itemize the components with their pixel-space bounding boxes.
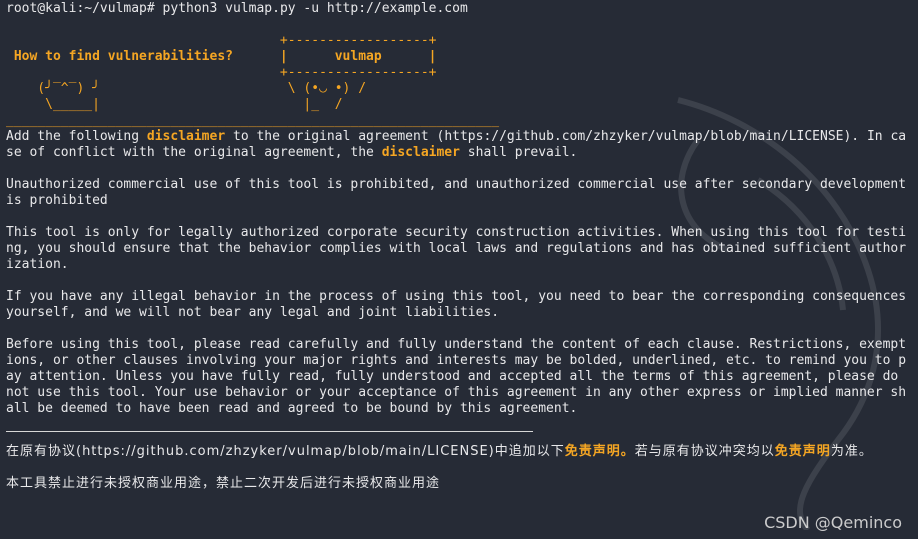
disclaimer-cn-paragraph-2: 本工具禁止进行未授权商业用途，禁止二次开发后进行未授权商业用途 [6,476,441,491]
text-span: Add the following [6,129,147,144]
shell-command: python3 vulmap.py -u http://example.com [154,1,468,16]
terminal-output: root@kali:~/vulmap# python3 vulmap.py -u… [6,1,912,492]
ascii-banner: +------------------+ How to find vulnera… [6,17,912,129]
banner-line: How to find vulnerabilities? | vulmap | [6,49,437,64]
text-span: 若与原有协议冲突均以 [634,444,775,459]
banner-line [6,17,912,33]
disclaimer-cn-paragraph-1: 在原有协议(https://github.com/zhzyker/vulmap/… [6,444,912,460]
disclaimer-paragraph-1: Add the following disclaimer to the orig… [6,129,912,161]
disclaimer-paragraph-5: Before using this tool, please read care… [6,337,907,416]
banner-line: +------------------+ [6,65,437,80]
disclaimer-highlight: 免责声明 [774,444,831,459]
disclaimer-paragraph-4: If you have any illegal behavior in the … [6,289,907,320]
disclaimer-highlight: disclaimer [146,129,226,144]
disclaimer-highlight: 免责声明。 [564,444,635,459]
banner-line: (╯‾^‾) ╯ \ (•◡ •) / [6,81,367,96]
banner-line: \_____| |_ / [6,97,343,112]
text-span: 为准。 [830,444,873,459]
banner-line: +------------------+ [6,33,437,48]
text-span: 在原有协议(https://github.com/zhzyker/vulmap/… [6,444,565,459]
disclaimer-paragraph-2: Unauthorized commercial use of this tool… [6,177,907,208]
command-line: root@kali:~/vulmap# python3 vulmap.py -u… [6,1,912,17]
separator-line [6,431,533,432]
csdn-watermark: CSDN @Qeminco [764,513,902,532]
disclaimer-paragraph-3: This tool is only for legally authorized… [6,225,907,272]
text-span: shall prevail. [459,145,578,160]
shell-prompt: root@kali:~/vulmap# [6,1,155,16]
disclaimer-highlight: disclaimer [381,145,460,160]
banner-line: ________________________________________… [6,113,500,128]
